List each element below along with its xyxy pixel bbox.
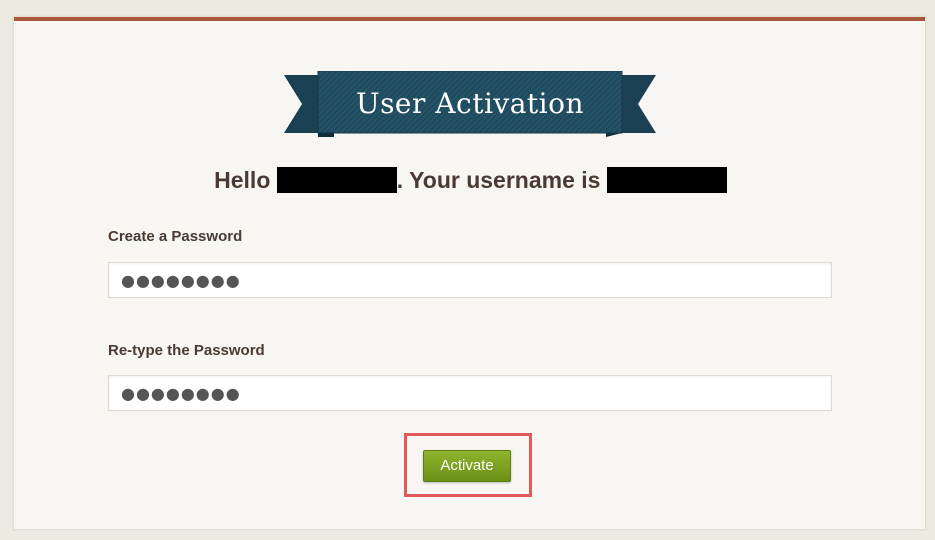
activation-panel: User Activation Hello . Your username is… [13,16,926,530]
title-ribbon-banner: User Activation [282,71,658,137]
top-accent-bar [14,17,925,21]
greeting-prefix: Hello [214,167,277,193]
password-label: Create a Password [108,228,243,245]
redacted-username [606,166,727,193]
retype-password-label: Re-type the Password [108,342,265,359]
retype-password-field[interactable] [108,375,832,411]
greeting-text: Hello . Your username is [14,165,927,195]
password-field[interactable] [108,262,832,298]
page-title: User Activation [355,87,585,120]
activate-button[interactable]: Activate [423,450,511,482]
redacted-name [276,166,397,193]
greeting-username-text: . Your username is [396,167,607,193]
